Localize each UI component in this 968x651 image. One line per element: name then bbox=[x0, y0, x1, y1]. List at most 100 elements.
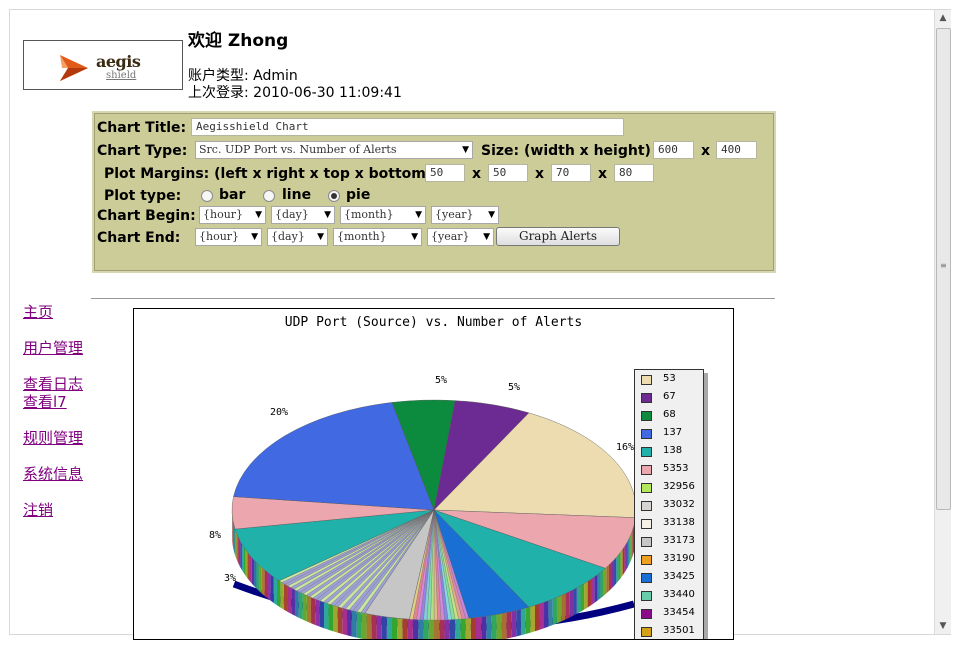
pie-side-segment bbox=[576, 585, 581, 614]
pie-side-segment bbox=[243, 546, 246, 576]
pie-side-segment bbox=[249, 554, 252, 584]
chart-title-input[interactable]: Aegisshield Chart bbox=[191, 118, 624, 136]
pie-side-segment bbox=[351, 610, 357, 638]
begin-hour-select[interactable]: {hour} ▼ bbox=[199, 206, 266, 224]
scroll-up-icon[interactable]: ▲ bbox=[935, 10, 951, 26]
pie-side-segment bbox=[283, 583, 288, 612]
margin-top-input[interactable]: 70 bbox=[551, 164, 591, 182]
nav-home-link[interactable]: 主页 bbox=[23, 301, 53, 322]
nav-logout-link[interactable]: 注销 bbox=[23, 499, 53, 520]
legend-label: 137 bbox=[663, 427, 683, 438]
plot-type-line-radio[interactable] bbox=[263, 190, 275, 202]
pie-side-segment bbox=[569, 589, 574, 618]
pie-side-segment bbox=[465, 618, 471, 639]
chevron-down-icon: ▼ bbox=[324, 210, 331, 220]
end-year-select[interactable]: {year} ▼ bbox=[427, 228, 494, 246]
legend-swatch bbox=[641, 411, 652, 421]
nav-system-info-link[interactable]: 系统信息 bbox=[23, 463, 83, 484]
plot-type-pie-radio[interactable] bbox=[328, 190, 340, 202]
legend-label: 138 bbox=[663, 445, 683, 456]
legend-label: 32956 bbox=[663, 481, 695, 492]
legend-label: 33440 bbox=[663, 589, 695, 600]
x-separator: x bbox=[598, 166, 608, 182]
slice-label: 20% bbox=[270, 407, 289, 418]
end-hour-select[interactable]: {hour} ▼ bbox=[195, 228, 262, 246]
chart-title-label: Chart Title: bbox=[97, 120, 187, 136]
pie-side-segment bbox=[294, 589, 299, 618]
legend-label: 33425 bbox=[663, 571, 695, 582]
account-info: 账户类型: Admin 上次登录: 2010-06-30 11:09:41 bbox=[188, 68, 402, 102]
pie-side-segment bbox=[280, 581, 284, 610]
nav-view-l7-link[interactable]: 查看l7 bbox=[23, 391, 67, 412]
pie-side-segment bbox=[611, 559, 614, 589]
legend-swatch bbox=[641, 447, 652, 457]
chevron-down-icon: ▼ bbox=[411, 232, 418, 242]
slice-label: 16% bbox=[616, 442, 635, 453]
scroll-thumb[interactable]: ≡ bbox=[936, 28, 951, 510]
pie-side-segment bbox=[298, 591, 303, 620]
pie-chart: UDP Port (Source) vs. Number of Alerts 5… bbox=[133, 308, 734, 640]
pie-side-segment bbox=[428, 619, 434, 639]
pie-side-segment bbox=[496, 613, 502, 639]
begin-month-select[interactable]: {month} ▼ bbox=[340, 206, 426, 224]
nav-rule-management-link[interactable]: 规则管理 bbox=[23, 427, 83, 448]
pie-side-segment bbox=[259, 565, 262, 594]
pie-side-segment bbox=[277, 579, 281, 608]
legend-swatch bbox=[641, 483, 652, 493]
pie-side-segment bbox=[520, 608, 526, 636]
chart-legend: 53 67 68 137 138 5353 32956 33032 33138 33173 3319… bbox=[634, 369, 704, 639]
begin-month-value: {month} bbox=[344, 208, 394, 221]
chart-type-value: Src. UDP Port vs. Number of Alerts bbox=[199, 143, 397, 156]
graph-alerts-button[interactable]: Graph Alerts bbox=[496, 227, 620, 246]
pie-side-segment bbox=[261, 567, 265, 596]
slice-label: 5% bbox=[435, 375, 448, 386]
pie-side-segment bbox=[235, 530, 237, 559]
pie-side-segment bbox=[233, 524, 235, 554]
begin-day-select[interactable]: {day} ▼ bbox=[271, 206, 335, 224]
chevron-down-icon: ▼ bbox=[251, 232, 258, 242]
end-month-select[interactable]: {month} ▼ bbox=[333, 228, 422, 246]
pie-side-segment bbox=[333, 605, 338, 633]
vertical-scrollbar[interactable]: ▲ ≡ ▼ bbox=[934, 10, 951, 634]
width-input[interactable]: 600 bbox=[653, 141, 694, 159]
pie-side-segment bbox=[616, 554, 619, 584]
x-separator: x bbox=[535, 166, 545, 182]
x-separator: x bbox=[472, 166, 482, 182]
margin-bottom-input[interactable]: 80 bbox=[614, 164, 654, 182]
begin-year-select[interactable]: {year} ▼ bbox=[431, 206, 499, 224]
pie-side-segment bbox=[511, 610, 517, 638]
pie-side-segment bbox=[392, 617, 398, 639]
plot-type-bar-radio[interactable] bbox=[201, 190, 213, 202]
chevron-down-icon: ▼ bbox=[462, 145, 469, 155]
legend-swatch bbox=[641, 627, 652, 637]
height-input[interactable]: 400 bbox=[716, 141, 757, 159]
pie-side-segment bbox=[407, 619, 413, 639]
pie-side-segment bbox=[234, 527, 236, 557]
pie-side-segment bbox=[626, 541, 628, 570]
nav-user-management-link[interactable]: 用户管理 bbox=[23, 337, 83, 358]
chart-type-select[interactable]: Src. UDP Port vs. Number of Alerts ▼ bbox=[195, 141, 473, 159]
legend-swatch bbox=[641, 591, 652, 601]
logo-subtext: shield bbox=[106, 70, 137, 81]
pie-side-segment bbox=[287, 585, 292, 614]
margin-right-input[interactable]: 50 bbox=[488, 164, 528, 182]
pie-side-segment bbox=[491, 614, 497, 639]
legend-swatch bbox=[641, 573, 652, 583]
x-separator: x bbox=[701, 143, 711, 159]
legend-label: 33454 bbox=[663, 607, 695, 618]
legend-swatch bbox=[641, 375, 652, 385]
begin-day-value: {day} bbox=[275, 208, 309, 221]
pie-side-segment bbox=[552, 597, 557, 625]
pie-side-segment bbox=[254, 559, 257, 589]
pie-side-segment bbox=[597, 572, 601, 601]
legend-label: 53 bbox=[663, 373, 676, 384]
scroll-down-icon[interactable]: ▼ bbox=[935, 618, 951, 634]
slice-label: 3% bbox=[224, 573, 237, 584]
end-day-select[interactable]: {day} ▼ bbox=[267, 228, 328, 246]
legend-label: 33501 bbox=[663, 625, 695, 636]
pie-side-segment bbox=[561, 593, 566, 622]
pie-side-segment bbox=[241, 543, 244, 573]
end-month-value: {month} bbox=[337, 230, 387, 243]
margin-left-input[interactable]: 50 bbox=[425, 164, 465, 182]
welcome-heading: 欢迎 Zhong bbox=[188, 31, 289, 51]
